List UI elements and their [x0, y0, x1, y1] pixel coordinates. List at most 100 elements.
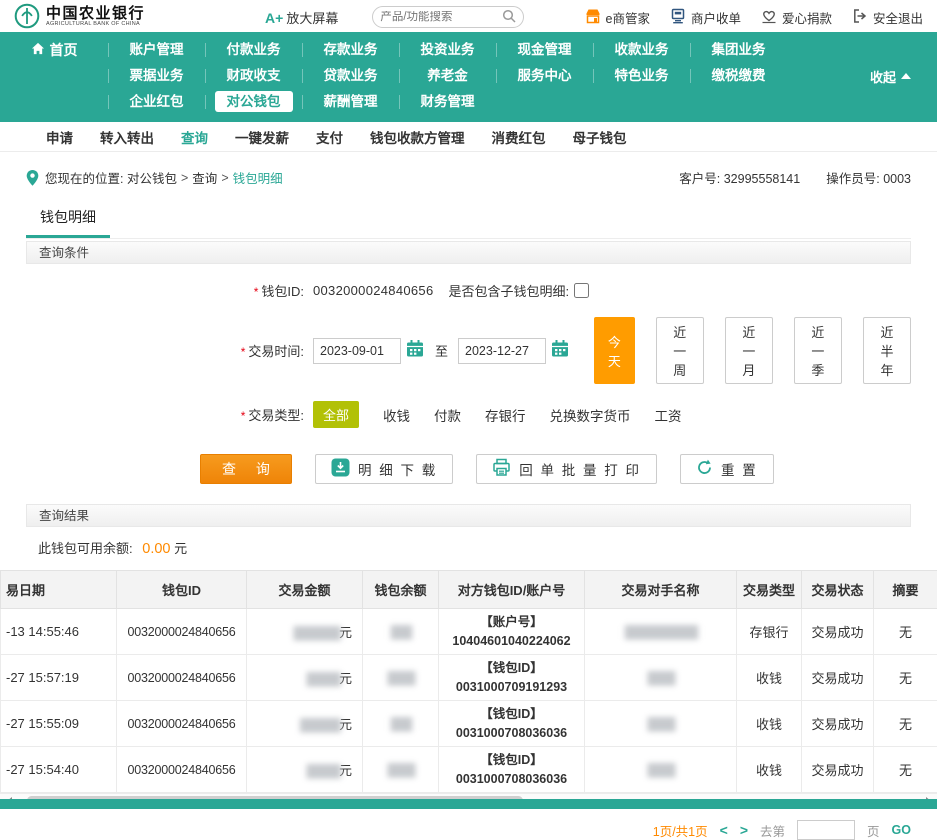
nav-item-deposit[interactable]: 存款业务 — [324, 42, 378, 57]
bank-name: 中国农业银行 — [46, 6, 145, 22]
range-month-button[interactable]: 近一月 — [725, 317, 773, 384]
date-to-input[interactable] — [458, 338, 546, 364]
table-row: -27 15:55:09 0032000024840656 ██████元 ██… — [1, 701, 937, 747]
search-button[interactable]: 查 询 — [200, 454, 292, 484]
breadcrumb-wallet[interactable]: 对公钱包 — [127, 168, 177, 187]
main-navigation: 首页 账户管理 付款业务 存款业务 投资业务 现金管理 收款业务 集团业务 票据… — [0, 32, 937, 122]
date-to-calendar-button[interactable] — [550, 339, 570, 362]
cell-wallet-id: 0032000024840656 — [117, 609, 247, 655]
nav-collapse-button[interactable]: 收起 — [870, 67, 911, 86]
product-search[interactable] — [372, 6, 524, 28]
search-input[interactable] — [380, 11, 502, 23]
type-all-button[interactable]: 全部 — [313, 401, 359, 428]
cell-type: 收钱 — [737, 655, 802, 701]
nav-item-cash-mgmt[interactable]: 现金管理 — [518, 42, 572, 57]
col-header-counterparty-id: 对方钱包ID/账户号 — [439, 571, 585, 609]
go-button[interactable]: GO — [892, 823, 911, 837]
subnav-consume-red-packet[interactable]: 消费红包 — [492, 127, 546, 147]
cell-counterparty-id: 【钱包ID】0031000709191293 — [439, 655, 585, 701]
date-from-input[interactable] — [313, 338, 401, 364]
breadcrumb-separator: > — [221, 171, 228, 185]
type-deposit-bank-option[interactable]: 存银行 — [485, 405, 526, 425]
goto-page-input[interactable] — [797, 820, 855, 840]
nav-item-featured-biz[interactable]: 特色业务 — [615, 68, 669, 83]
quicklink-label: 安全退出 — [873, 8, 923, 27]
quicklink-eshop[interactable]: e商管家 — [585, 8, 650, 27]
range-today-button[interactable]: 今天 — [594, 317, 635, 384]
nav-item-collection[interactable]: 收款业务 — [615, 42, 669, 57]
heart-hands-icon — [761, 8, 777, 27]
cell-amount: ██████元 — [247, 701, 363, 747]
reset-button[interactable]: 重 置 — [680, 454, 774, 484]
subnav-query[interactable]: 查询 — [181, 127, 208, 147]
range-quarter-button[interactable]: 近一季 — [794, 317, 842, 384]
operator-no-label: 操作员号: — [826, 172, 879, 186]
nav-item-corporate-wallet[interactable]: 对公钱包 — [215, 91, 293, 112]
range-week-button[interactable]: 近一周 — [656, 317, 704, 384]
range-half-year-button[interactable]: 近半年 — [863, 317, 911, 384]
include-sub-wallet-checkbox[interactable] — [574, 283, 589, 298]
cell-amount: █████元 — [247, 747, 363, 793]
subnav-payee-mgmt[interactable]: 钱包收款方管理 — [370, 127, 465, 147]
transactions-table: 易日期 钱包ID 交易金额 钱包余额 对方钱包ID/账户号 交易对手名称 交易类… — [0, 570, 937, 793]
nav-item-red-packet[interactable]: 企业红包 — [130, 94, 184, 109]
zoom-screen-link[interactable]: A+放大屏幕 — [265, 8, 338, 27]
query-results-header: 查询结果 — [26, 504, 911, 527]
nav-item-group-biz[interactable]: 集团业务 — [712, 42, 766, 57]
type-salary-option[interactable]: 工资 — [655, 405, 682, 425]
quicklink-logout[interactable]: 安全退出 — [852, 8, 923, 27]
cell-type: 收钱 — [737, 701, 802, 747]
cell-balance: ████ — [363, 655, 439, 701]
subnav-one-click-payroll[interactable]: 一键发薪 — [235, 127, 289, 147]
subnav-parent-child-wallet[interactable]: 母子钱包 — [573, 127, 627, 147]
type-pay-option[interactable]: 付款 — [434, 405, 461, 425]
nav-item-tax[interactable]: 缴税缴费 — [712, 68, 766, 83]
cell-counterparty-name: ███████████ — [585, 609, 737, 655]
quicklink-merchant-acquiring[interactable]: 商户收单 — [670, 8, 741, 27]
prev-page-arrow[interactable]: < — [720, 822, 728, 838]
subnav-apply[interactable]: 申请 — [46, 127, 73, 147]
transaction-type-label: *交易类型: — [26, 405, 304, 424]
next-page-arrow[interactable]: > — [740, 822, 748, 838]
pagination: 1页/共1页 < > 去第 页 GO — [0, 808, 937, 840]
wallet-id-label: *钱包ID: — [26, 281, 304, 300]
goto-page-label: 去第 — [760, 821, 785, 840]
date-from-calendar-button[interactable] — [405, 339, 425, 362]
cell-summary: 无 — [874, 701, 937, 747]
col-header-status: 交易状态 — [802, 571, 874, 609]
col-header-summary: 摘要 — [874, 571, 937, 609]
nav-collapse-label: 收起 — [870, 67, 896, 86]
nav-item-fiscal[interactable]: 财政收支 — [227, 68, 281, 83]
breadcrumb-query[interactable]: 查询 — [192, 168, 217, 187]
quicklink-donation[interactable]: 爱心捐款 — [761, 8, 832, 27]
cell-wallet-id: 0032000024840656 — [117, 655, 247, 701]
pos-terminal-icon — [670, 8, 686, 27]
reset-icon — [696, 459, 713, 479]
type-receive-option[interactable]: 收钱 — [383, 405, 410, 425]
cell-summary: 无 — [874, 747, 937, 793]
nav-item-loans[interactable]: 贷款业务 — [324, 68, 378, 83]
nav-item-payroll[interactable]: 薪酬管理 — [324, 94, 378, 109]
nav-item-finance-mgmt[interactable]: 财务管理 — [421, 94, 475, 109]
cell-wallet-id: 0032000024840656 — [117, 747, 247, 793]
tab-bar: 钱包明细 — [26, 201, 911, 239]
subnav-transfer[interactable]: 转入转出 — [100, 127, 154, 147]
nav-item-pension[interactable]: 养老金 — [427, 68, 468, 83]
balance-value: 0.00 — [142, 541, 170, 557]
collapse-arrow-icon — [901, 73, 911, 79]
batch-print-receipt-button[interactable]: 回 单 批 量 打 印 — [476, 454, 657, 484]
nav-home[interactable]: 首页 — [31, 40, 78, 60]
cell-type: 收钱 — [737, 747, 802, 793]
col-header-wallet-id: 钱包ID — [117, 571, 247, 609]
nav-item-investment[interactable]: 投资业务 — [421, 42, 475, 57]
type-exchange-digital-currency-option[interactable]: 兑换数字货币 — [550, 405, 631, 425]
nav-item-payment[interactable]: 付款业务 — [227, 42, 281, 57]
nav-item-service-center[interactable]: 服务中心 — [518, 68, 572, 83]
logout-icon — [852, 8, 868, 27]
subnav-pay[interactable]: 支付 — [316, 127, 343, 147]
download-detail-button[interactable]: 明 细 下 载 — [315, 454, 453, 484]
nav-item-bills[interactable]: 票据业务 — [130, 68, 184, 83]
search-icon[interactable] — [502, 9, 516, 26]
nav-item-account-mgmt[interactable]: 账户管理 — [130, 42, 184, 57]
tab-wallet-detail[interactable]: 钱包明细 — [26, 201, 110, 238]
